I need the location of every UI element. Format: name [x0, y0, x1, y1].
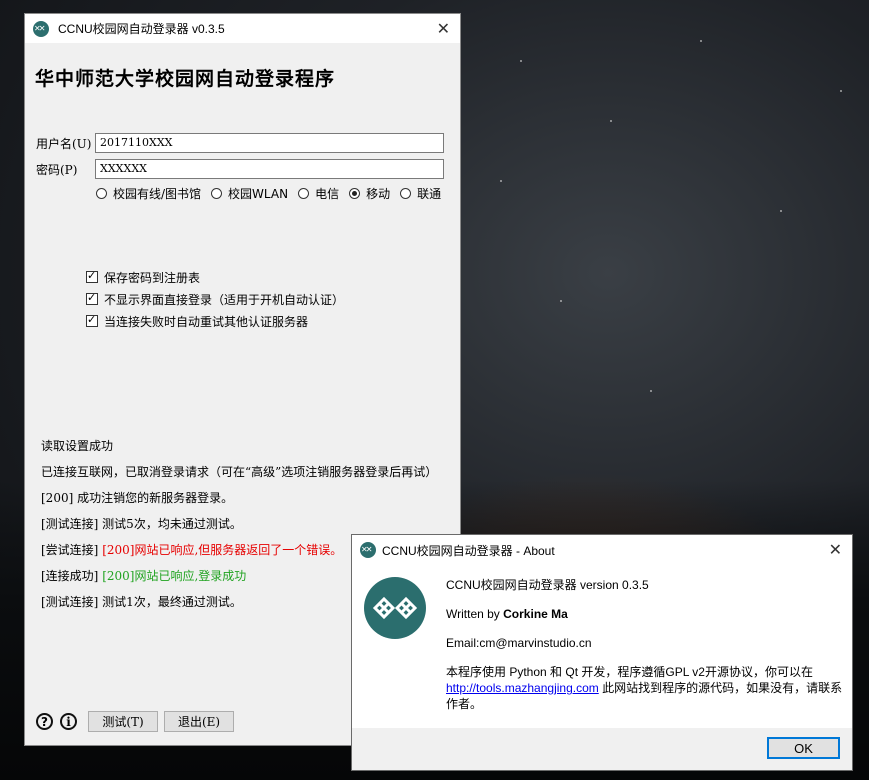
wallpaper-star: [500, 180, 502, 182]
about-titlebar[interactable]: CCNU校园网自动登录器 - About ✕: [352, 535, 852, 565]
about-dialog: CCNU校园网自动登录器 - About ✕ CCNU校园网自动登录器 vers…: [351, 534, 853, 771]
app-logo-icon: [33, 20, 49, 37]
test-button[interactable]: 测试(T): [88, 711, 158, 732]
log-line: 读取设置成功: [41, 439, 114, 453]
radio-unicom[interactable]: 联通: [400, 185, 441, 202]
wallpaper-star: [610, 120, 612, 122]
password-label: 密码(P): [36, 163, 78, 177]
radio-campus-wired[interactable]: 校园有线/图书馆: [96, 185, 201, 202]
info-icon[interactable]: i: [60, 713, 77, 730]
log-success-message: [200]网站已响应,登录成功: [102, 569, 247, 583]
radio-label: 电信: [315, 187, 340, 201]
about-email: Email:cm@marvinstudio.cn: [446, 636, 592, 650]
password-input[interactable]: XXXXXX: [95, 159, 444, 179]
log-error-message: [200]网站已响应,但服务器返回了一个错误。: [102, 543, 343, 557]
checkbox-label: 不显示界面直接登录（适用于开机自动认证）: [104, 292, 345, 307]
log-line: 已连接互联网，已取消登录请求（可在“高级”选项注销服务器登录后再试）: [41, 465, 438, 479]
radio-dot: [400, 188, 412, 199]
page-title: 华中师范大学校园网自动登录程序: [35, 68, 336, 90]
wallpaper-star: [840, 90, 842, 92]
wallpaper-star: [700, 40, 702, 42]
app-logo-icon: [360, 542, 376, 558]
wallpaper-star: [650, 390, 652, 392]
about-footer: OK: [352, 728, 852, 770]
log-line: [测试连接] 测试5次，均未通过测试。: [41, 517, 242, 531]
main-titlebar[interactable]: CCNU校园网自动登录器 v0.3.5 ✕: [25, 14, 460, 43]
about-desc-1: 本程序使用 Python 和 Qt 开发，程序遵循GPL v2开源协议，你可以在: [446, 665, 813, 679]
about-version: CCNU校园网自动登录器 version 0.3.5: [446, 578, 649, 592]
radio-dot: [298, 188, 310, 199]
radio-label: 校园WLAN: [228, 187, 289, 201]
network-radio-group: 校园有线/图书馆 校园WLAN 电信 移动 联通: [96, 185, 451, 202]
radio-dot-selected: [349, 188, 361, 199]
author-prefix: Written by: [446, 607, 504, 621]
log-prefix: [连接成功]: [41, 569, 99, 583]
checkbox-box: [86, 313, 98, 327]
checkbox-silent-login[interactable]: 不显示界面直接登录（适用于开机自动认证）: [86, 288, 344, 310]
author-name: Corkine Ma: [503, 607, 568, 621]
ok-button[interactable]: OK: [767, 737, 840, 759]
radio-telecom[interactable]: 电信: [298, 185, 339, 202]
radio-dot: [96, 188, 107, 199]
help-icon[interactable]: ?: [36, 713, 53, 730]
source-link[interactable]: http://tools.mazhangjing.com: [446, 681, 599, 695]
radio-label: 校园有线/图书馆: [113, 187, 202, 201]
wallpaper-star: [520, 60, 522, 62]
radio-dot: [211, 188, 223, 199]
checkbox-save-password[interactable]: 保存密码到注册表: [86, 266, 344, 288]
checkbox-box: [86, 269, 98, 283]
checkbox-label: 保存密码到注册表: [104, 270, 201, 285]
close-icon[interactable]: ✕: [437, 19, 450, 38]
log-line: [200] 成功注销您的新服务器登录。: [41, 491, 234, 505]
about-text: CCNU校园网自动登录器 version 0.3.5 Written by Co…: [446, 577, 846, 712]
about-description: 本程序使用 Python 和 Qt 开发，程序遵循GPL v2开源协议，你可以在…: [446, 664, 846, 712]
radio-label: 移动: [366, 187, 391, 201]
checkbox-label: 当连接失败时自动重试其他认证服务器: [104, 314, 309, 329]
checkbox-auto-retry[interactable]: 当连接失败时自动重试其他认证服务器: [86, 310, 344, 332]
options-group: 保存密码到注册表 不显示界面直接登录（适用于开机自动认证） 当连接失败时自动重试…: [86, 266, 344, 332]
app-logo-icon: [364, 577, 426, 639]
radio-campus-wlan[interactable]: 校园WLAN: [211, 185, 288, 202]
username-label: 用户名(U): [36, 137, 92, 151]
about-title: CCNU校园网自动登录器 - About: [382, 543, 555, 558]
radio-label: 联通: [417, 187, 442, 201]
about-author-line: Written by Corkine Ma: [446, 606, 846, 635]
wallpaper-star: [560, 300, 562, 302]
wallpaper-star: [780, 210, 782, 212]
window-title: CCNU校园网自动登录器 v0.3.5: [58, 22, 225, 36]
log-prefix: [尝试连接]: [41, 543, 99, 557]
close-icon[interactable]: ✕: [829, 540, 842, 559]
checkbox-box: [86, 291, 98, 305]
about-body: CCNU校园网自动登录器 version 0.3.5 Written by Co…: [352, 565, 852, 729]
bottom-bar: ? i 测试(T) 退出(E): [36, 711, 234, 732]
username-input[interactable]: 2017110XXX: [95, 133, 444, 153]
radio-mobile[interactable]: 移动: [349, 185, 390, 202]
exit-button[interactable]: 退出(E): [164, 711, 234, 732]
